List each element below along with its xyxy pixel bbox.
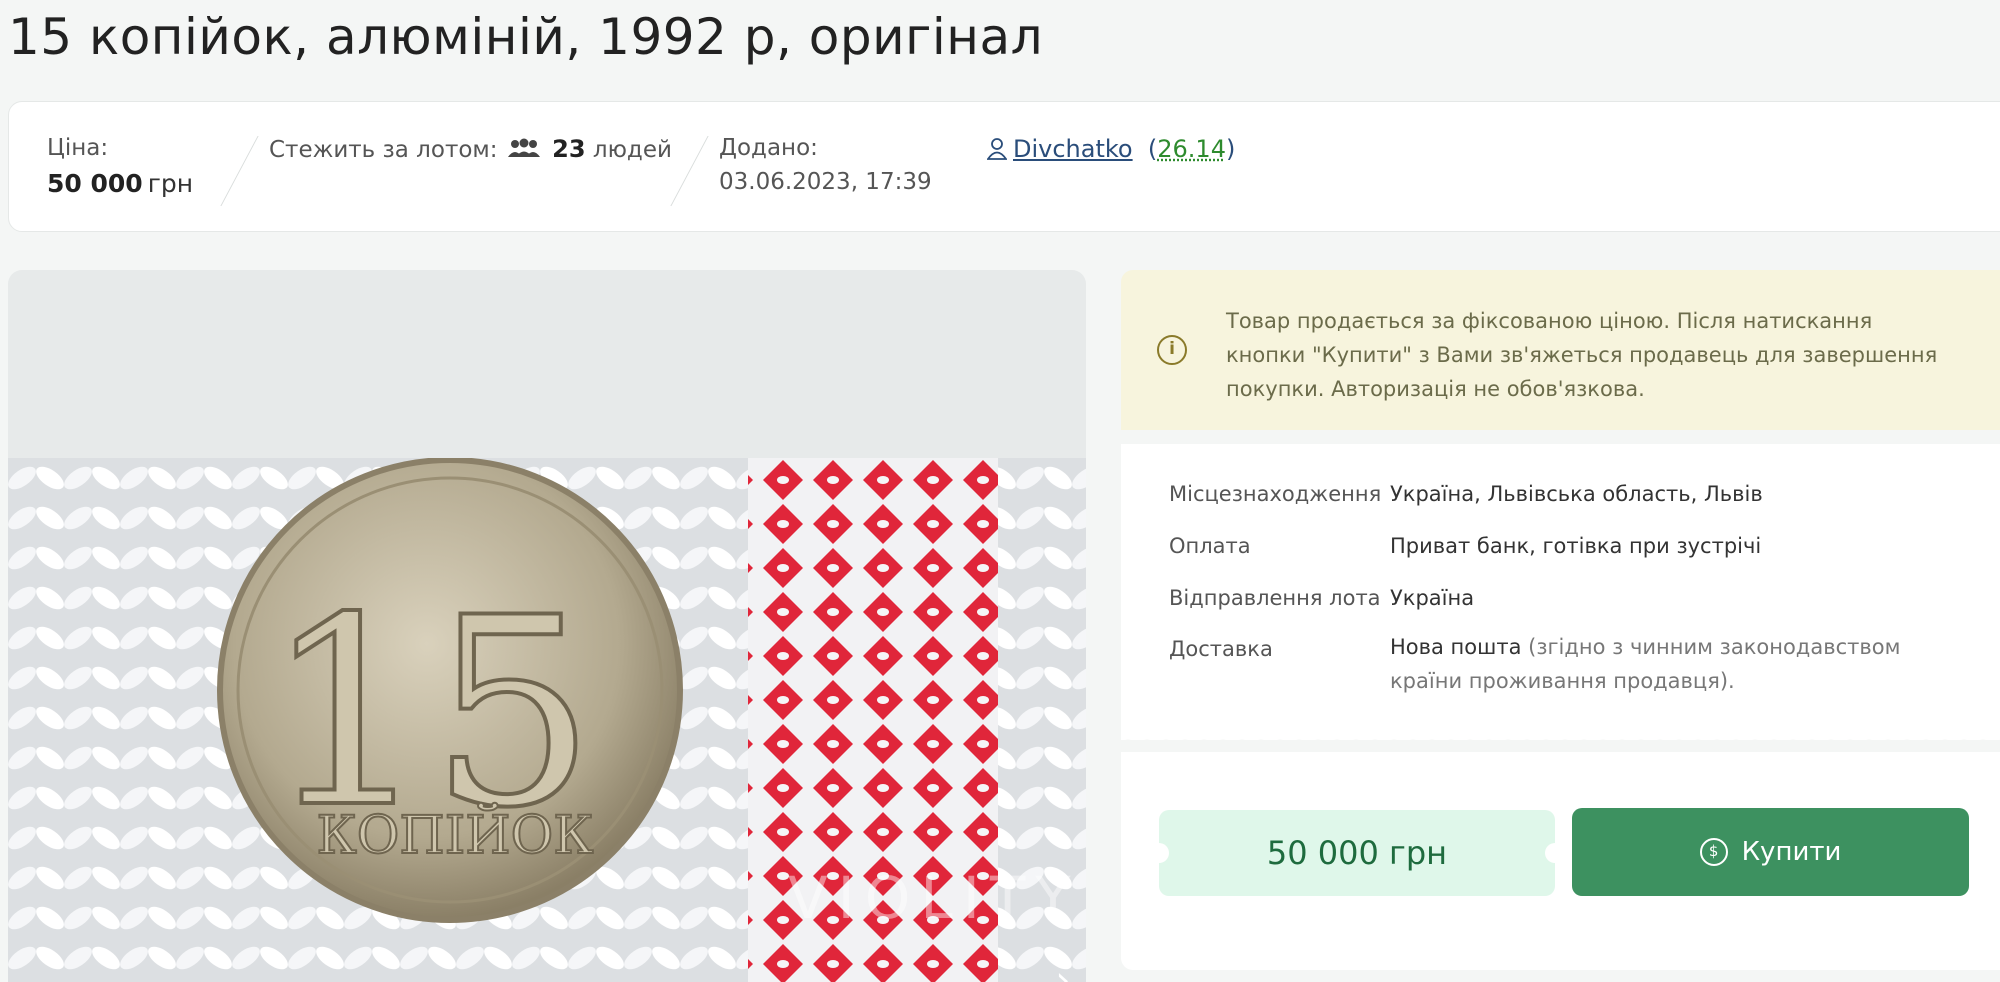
detail-value: Україна (1390, 586, 1475, 610)
price-label: Ціна: (47, 135, 109, 161)
fixed-price-notice: i Товар продається за фіксованою ціною. … (1121, 270, 2000, 430)
added-value: 03.06.2023, 17:39 (719, 169, 932, 195)
people-icon (507, 138, 541, 164)
price-block: Ціна: 50 000 грн (47, 135, 193, 198)
detail-value: Нова пошта (згідно з чинним законодавств… (1390, 630, 1970, 698)
price-value: 50 000 (47, 169, 143, 198)
added-block: Додано: 03.06.2023, 17:39 (719, 135, 932, 195)
coin-image: 15 КОПІЙОК VIOLITY (8, 458, 1086, 982)
seller-block: Divchatko (26.14) (986, 135, 1235, 166)
dollar-icon: $ (1699, 838, 1728, 866)
user-icon (986, 138, 1008, 166)
seller-rating-link[interactable]: 26.14 (1157, 135, 1226, 163)
lot-info-bar: Ціна: 50 000 грн Стежить за лотом: 23 лю… (8, 101, 2000, 232)
divider (220, 136, 259, 206)
watch-label: Стежить за лотом: (269, 137, 498, 163)
lot-details: Місцезнаходження Україна, Львівська обла… (1121, 444, 2000, 740)
next-photo-arrow-icon[interactable]: › (1043, 960, 1083, 982)
delivery-service: Нова пошта (1390, 635, 1522, 659)
ticket-edge (1121, 738, 2000, 752)
detail-value: Приват банк, готівка при зустрічі (1390, 534, 1762, 558)
lot-photo[interactable]: 15 КОПІЙОК VIOLITY › (8, 270, 1086, 982)
seller-name-link[interactable]: Divchatko (1013, 135, 1133, 163)
detail-key: Оплата (1169, 534, 1251, 558)
page-title: 15 копійок, алюміній, 1992 р, оригінал (8, 8, 1044, 66)
buy-button-label: Купити (1741, 837, 1842, 867)
price-currency: грн (147, 169, 194, 198)
detail-key: Доставка (1169, 637, 1273, 661)
notice-text: Товар продається за фіксованою ціною. Пі… (1226, 309, 1938, 401)
detail-value: Україна, Львівська область, Львів (1390, 482, 1763, 506)
detail-key: Місцезнаходження (1169, 482, 1382, 506)
fixed-price: 50 000 грн (1149, 810, 1565, 896)
watermark-text: VIOLITY (788, 864, 1081, 932)
info-icon: i (1157, 335, 1187, 365)
watch-count: 23 (552, 135, 586, 163)
watchers-block: Стежить за лотом: 23 людей (269, 135, 672, 164)
detail-key: Відправлення лота (1169, 586, 1381, 610)
ticket-edge (1121, 430, 2000, 444)
buy-button[interactable]: $ Купити (1572, 808, 1969, 896)
divider (670, 136, 709, 206)
watch-unit: людей (592, 137, 672, 163)
coin-text: КОПІЙОК (317, 802, 594, 866)
buy-area: 50 000 грн $ Купити (1121, 752, 2000, 970)
added-label: Додано: (719, 135, 818, 161)
